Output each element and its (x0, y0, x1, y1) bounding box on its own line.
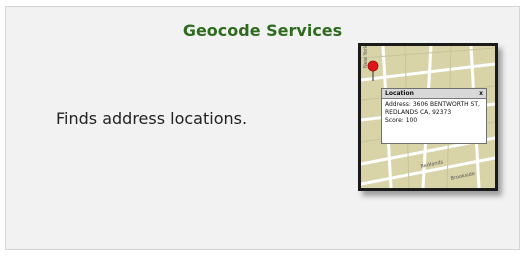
close-icon: x (479, 90, 483, 97)
location-popup: Location x Address: 3606 BENTWORTH ST, R… (381, 88, 487, 144)
map-frame: New York St Redlands Brookside Location … (358, 43, 498, 191)
map-thumbnail: New York St Redlands Brookside Location … (358, 43, 498, 191)
popup-line: Address: 3606 BENTWORTH ST, (385, 101, 480, 108)
popup-line: REDLANDS CA, 92373 (385, 109, 452, 116)
popup-line: Score: 100 (385, 117, 418, 124)
location-marker-icon (367, 60, 379, 81)
service-card[interactable]: Geocode Services Finds address locations… (5, 6, 520, 250)
service-title[interactable]: Geocode Services (6, 21, 519, 40)
popup-title: Location (385, 90, 414, 97)
service-description: Finds address locations. (56, 109, 248, 128)
